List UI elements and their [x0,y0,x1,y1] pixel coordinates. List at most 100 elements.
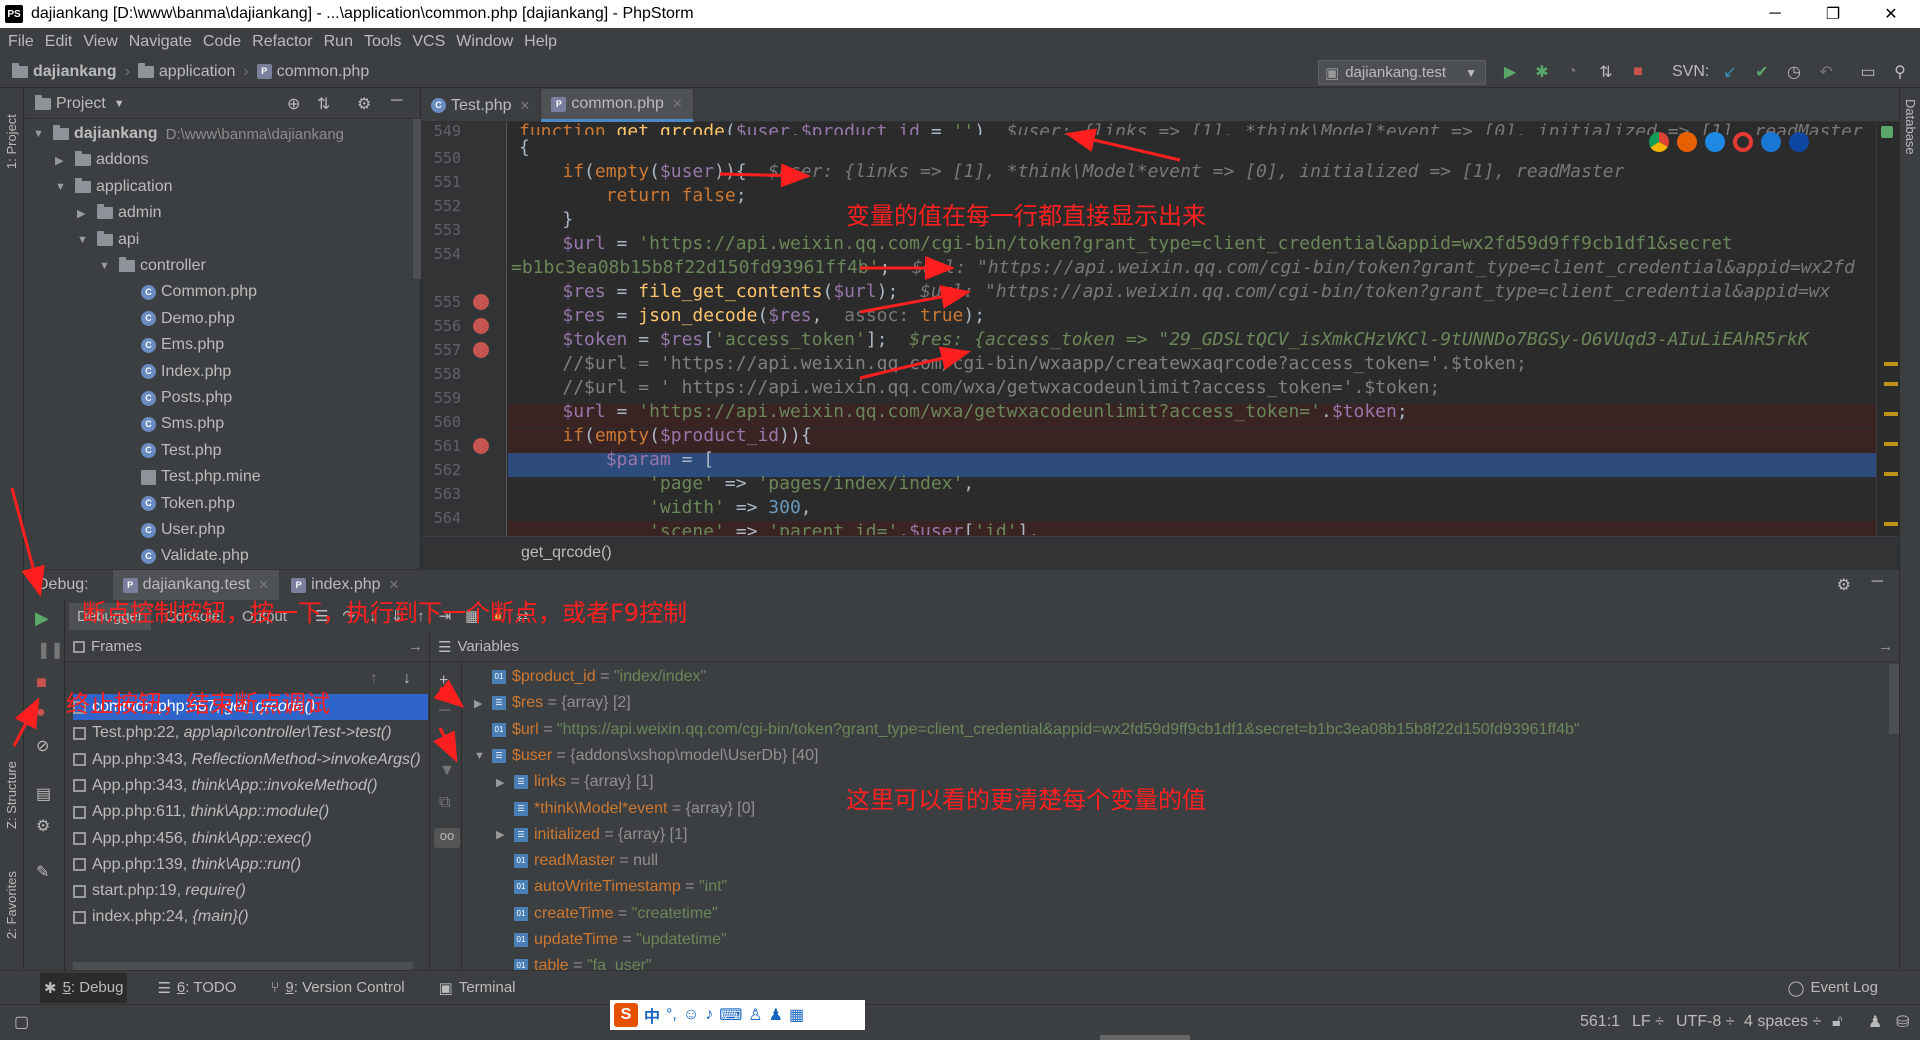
warning-marker[interactable] [1884,362,1898,366]
tree-item[interactable]: ▶ admin [77,200,162,226]
debug-icon[interactable]: ✱ [1532,62,1552,82]
settings-icon[interactable]: ⚙ [36,816,50,836]
expand-arrow-icon[interactable]: ▼ [99,260,113,272]
menu-refactor[interactable]: Refactor [252,33,312,51]
close-icon[interactable]: ✕ [1862,0,1920,28]
menu-edit[interactable]: Edit [45,33,73,51]
stop-icon[interactable]: ■ [36,672,47,693]
locate-icon[interactable]: ⊕ [287,94,300,114]
line-separator[interactable]: LF ÷ [1632,1013,1664,1031]
expand-arrow-icon[interactable]: ▼ [55,181,69,193]
tree-item[interactable]: C Ems.php [121,332,224,358]
ime-language[interactable]: 中 [644,1003,660,1027]
safari-icon[interactable] [1705,132,1725,152]
stack-frame[interactable]: App.php:139, think\App::run() [73,852,428,878]
project-scrollbar[interactable] [413,119,421,279]
tree-item[interactable]: C Demo.php [121,306,235,332]
resume-icon[interactable]: ▶ [35,608,49,629]
revert-icon[interactable]: ↶ [1816,62,1836,82]
tree-item[interactable]: C Validate.php [121,543,249,569]
tree-item[interactable]: C Index.php [121,359,231,385]
tree-item[interactable]: C Posts.php [121,385,232,411]
svn-update-icon[interactable]: ↙ [1720,62,1740,82]
gear-icon[interactable]: ⚙ [1837,575,1851,595]
expand-arrow-icon[interactable]: ▶ [496,776,514,789]
project-tool-tab[interactable]: 1: Project [4,114,19,169]
variable-row[interactable]: ▶ ☰ initialized = {array} [1] [496,822,687,848]
lock-icon[interactable]: 🔓︎ [1832,1013,1842,1031]
structure-tool-tab[interactable]: Z: Structure [4,761,19,829]
menu-view[interactable]: View [83,33,117,51]
keyboard-icon[interactable]: ⌨ [719,1005,742,1025]
tree-item[interactable]: C Token.php [121,491,235,517]
layout-icon[interactable]: ▤ [36,784,51,804]
editor-scrollbar-markers[interactable] [1876,122,1899,546]
frames-scrollbar[interactable] [73,962,413,970]
tree-item[interactable]: ▶ addons [55,147,149,173]
toggle-tool-windows-icon[interactable]: ▢ [14,1012,29,1032]
svn-commit-icon[interactable]: ✔ [1752,62,1772,82]
bottom-tab[interactable]: ✱ 5: Debug [40,972,128,1003]
variable-row[interactable]: 01 readMaster = null [496,848,658,874]
bottom-tab[interactable]: ☰ 6: TODO [153,973,240,1003]
variable-row[interactable]: ▼ ☰ $user = {addons\xshop\model\UserDb} [4… [474,743,818,769]
search-icon[interactable]: ⚲ [1890,62,1910,82]
warning-marker[interactable] [1884,382,1898,386]
menu-vcs[interactable]: VCS [412,33,445,51]
stack-frame[interactable]: App.php:343, ReflectionMethod->invokeArg… [73,747,428,773]
favorites-tool-tab[interactable]: 2: Favorites [4,871,19,939]
nav-root[interactable]: dajiankang [33,63,117,81]
variable-row[interactable]: ☰ *think\Model*event = {array} [0] [496,796,755,822]
tree-item[interactable]: ▼ application [55,174,173,200]
run-config-select[interactable]: ▣ dajiankang.test ▼ [1318,60,1486,85]
warning-marker[interactable] [1884,412,1898,416]
hide-icon[interactable]: ─ [1872,573,1883,591]
tree-item[interactable]: ▼ api [77,227,139,253]
indent-setting[interactable]: 4 spaces ÷ [1744,1013,1821,1031]
close-tab-icon[interactable]: ✕ [258,577,269,593]
stack-frame[interactable]: Test.php:22, app\api\controller\Test->te… [73,720,428,746]
horizontal-scrollbar[interactable] [1100,1035,1190,1040]
stack-frame[interactable]: App.php:456, think\App::exec() [73,826,428,852]
menu-code[interactable]: Code [203,33,241,51]
opera-icon[interactable] [1733,132,1753,152]
menu-tools[interactable]: Tools [364,33,401,51]
tree-item[interactable]: C User.php [121,517,225,543]
hide-icon[interactable]: ─ [391,92,402,110]
warning-marker[interactable] [1884,522,1898,526]
caret-position[interactable]: 561:1 [1580,1013,1620,1031]
svn-status-icon[interactable]: ♟ [1868,1012,1882,1032]
pause-icon[interactable]: ❚❚ [37,640,64,660]
copy-icon[interactable]: ⧉ [439,794,450,812]
stack-frame[interactable]: App.php:611, think\App::module() [73,799,428,825]
expand-arrow-icon[interactable]: ▶ [474,697,492,710]
memory-icon[interactable]: ⛁ [1896,1012,1909,1032]
variable-row[interactable]: 01 autoWriteTimestamp = "int" [496,874,727,900]
minimize-icon[interactable]: ─ [1746,0,1804,28]
expand-arrow-icon[interactable]: ▶ [496,828,514,841]
punctuation-icon[interactable]: °, [666,1006,677,1024]
warning-marker[interactable] [1884,472,1898,476]
coverage-icon[interactable]: ◔ [1562,62,1582,82]
chevron-down-icon[interactable]: ▼ [114,98,125,110]
inspection-ok-icon[interactable] [1881,126,1893,138]
menu-navigate[interactable]: Navigate [129,33,192,51]
bottom-tab[interactable]: ▣ Terminal [435,973,520,1003]
menu-window[interactable]: Window [456,33,513,51]
nav-folder[interactable]: application [159,63,236,81]
firefox-icon[interactable] [1677,132,1697,152]
history-icon[interactable]: ◷ [1784,62,1804,82]
menu-file[interactable]: File [8,33,34,51]
pin-icon[interactable]: ✎ [36,862,49,882]
expand-arrow-icon[interactable]: ▼ [474,750,492,762]
skin-icon[interactable]: ♟ [769,1005,783,1025]
menu-help[interactable]: Help [524,33,557,51]
variable-row[interactable]: ▶ ☰ links = {array} [1] [496,769,654,795]
debug-tab-index[interactable]: P index.php ✕ [291,576,399,594]
event-log-button[interactable]: ◯ Event Log [1788,979,1878,997]
move-down-icon[interactable]: ▼ [439,762,455,780]
new-watch-icon[interactable]: + [439,672,448,690]
database-tool-tab[interactable]: Database [1903,99,1918,155]
attach-icon[interactable]: ⇅ [1596,62,1616,82]
expand-arrow-icon[interactable]: ▼ [77,234,91,246]
